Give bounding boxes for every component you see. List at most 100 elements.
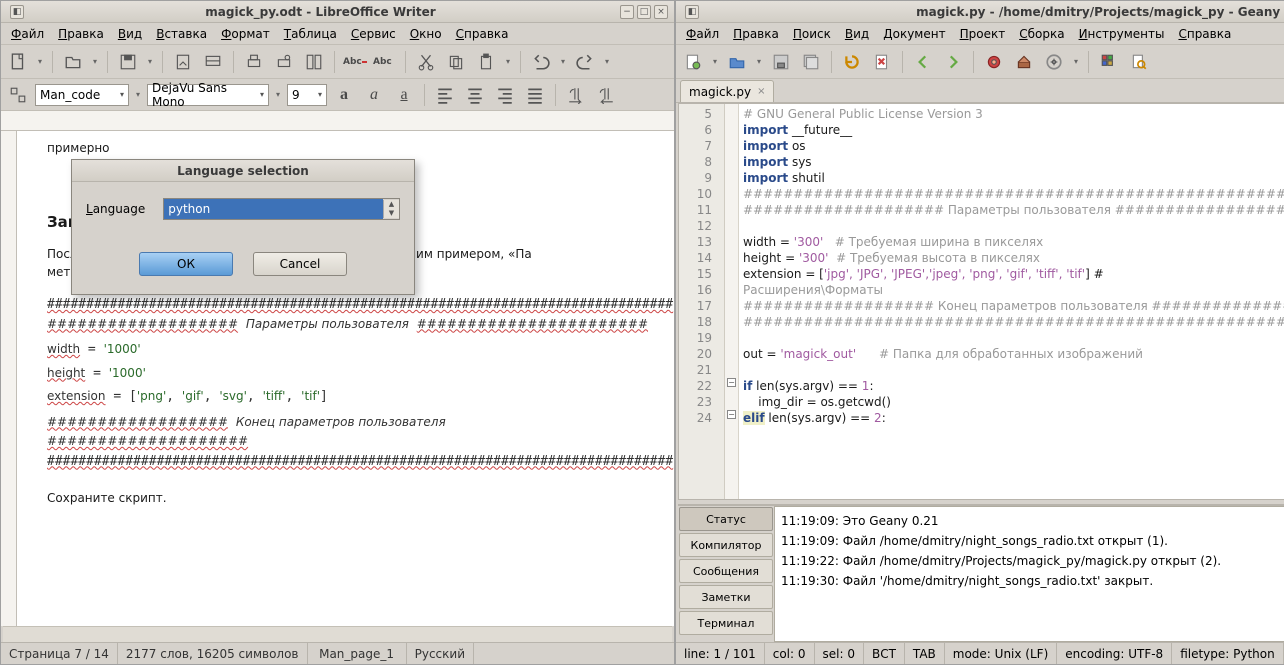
print-preview-icon[interactable] [200, 49, 226, 75]
rtl-icon[interactable] [593, 82, 619, 108]
open-icon[interactable] [60, 49, 86, 75]
spin-up-icon[interactable]: ▲ [384, 200, 399, 209]
styles-icon[interactable] [5, 82, 31, 108]
page-preview-icon[interactable] [301, 49, 327, 75]
paragraph-style-combo[interactable]: Man_code▾ [35, 84, 129, 106]
btab-terminal[interactable]: Терминал [679, 611, 773, 635]
btab-messages[interactable]: Сообщения [679, 559, 773, 583]
gmenu-help[interactable]: Справка [1172, 25, 1237, 43]
open-file-icon[interactable] [724, 49, 750, 75]
gmenu-build[interactable]: Сборка [1013, 25, 1070, 43]
align-justify-icon[interactable] [522, 82, 548, 108]
undo-dropdown[interactable]: ▾ [558, 57, 568, 66]
new-dropdown[interactable]: ▾ [35, 57, 45, 66]
close-file-icon[interactable] [869, 49, 895, 75]
gmenu-edit[interactable]: Правка [727, 25, 785, 43]
undo-icon[interactable] [528, 49, 554, 75]
bold-icon[interactable]: a [331, 82, 357, 108]
language-field[interactable]: ▲▼ [163, 198, 400, 220]
menu-edit[interactable]: Правка [52, 25, 110, 43]
gmenu-search[interactable]: Поиск [787, 25, 837, 43]
export-pdf-icon[interactable] [170, 49, 196, 75]
style-apply[interactable]: ▾ [133, 90, 143, 99]
font-size-combo[interactable]: 9▾ [287, 84, 327, 106]
align-right-icon[interactable] [492, 82, 518, 108]
run-dd[interactable]: ▾ [1071, 57, 1081, 66]
forward-icon[interactable] [940, 49, 966, 75]
save-dropdown[interactable]: ▾ [145, 57, 155, 66]
ok-button[interactable]: ОК [139, 252, 233, 276]
tab-close-icon[interactable]: × [757, 86, 765, 97]
gmenu-tools[interactable]: Инструменты [1073, 25, 1171, 43]
close-icon[interactable]: × [654, 5, 668, 19]
align-left-icon[interactable] [432, 82, 458, 108]
code-content[interactable]: # GNU General Public License Version 3 i… [739, 104, 1284, 499]
horizontal-ruler[interactable] [1, 111, 674, 131]
ltr-icon[interactable] [563, 82, 589, 108]
search-icon[interactable] [1126, 49, 1152, 75]
spellcheck-icon[interactable]: Abc [342, 49, 368, 75]
language-input[interactable] [164, 199, 383, 219]
menu-icon[interactable]: ◧ [10, 5, 24, 19]
fold-margin[interactable]: − − [725, 104, 739, 499]
open-dd[interactable]: ▾ [754, 57, 764, 66]
doc-hash4: ########################################… [47, 452, 654, 472]
compile-icon[interactable] [981, 49, 1007, 75]
build-icon[interactable] [1011, 49, 1037, 75]
new-dd[interactable]: ▾ [710, 57, 720, 66]
underline-icon[interactable]: a [391, 82, 417, 108]
btab-notes[interactable]: Заметки [679, 585, 773, 609]
tab-magick[interactable]: magick.py× [680, 80, 774, 102]
fold-icon[interactable]: − [727, 378, 736, 387]
save-file-icon[interactable] [768, 49, 794, 75]
cancel-button[interactable]: Cancel [253, 252, 347, 276]
color-icon[interactable] [1096, 49, 1122, 75]
save-all-icon[interactable] [798, 49, 824, 75]
font-dropdown[interactable]: ▾ [273, 90, 283, 99]
autospell-icon[interactable]: Abc [372, 49, 398, 75]
save-icon[interactable] [115, 49, 141, 75]
messages-panel[interactable]: 11:19:09: Это Geany 0.21 11:19:09: Файл … [774, 506, 1284, 642]
align-center-icon[interactable] [462, 82, 488, 108]
btab-status[interactable]: Статус [679, 507, 773, 531]
menu-view[interactable]: Вид [112, 25, 148, 43]
spin-down-icon[interactable]: ▼ [384, 209, 399, 218]
vertical-ruler[interactable] [1, 131, 17, 626]
revert-icon[interactable] [839, 49, 865, 75]
menu-help[interactable]: Справка [450, 25, 515, 43]
btab-compiler[interactable]: Компилятор [679, 533, 773, 557]
paste-dropdown[interactable]: ▾ [503, 57, 513, 66]
new-file-icon[interactable] [680, 49, 706, 75]
minimize-icon[interactable]: − [620, 5, 634, 19]
gmenu-document[interactable]: Документ [877, 25, 951, 43]
gmenu-file[interactable]: Файл [680, 25, 725, 43]
lo-hscrollbar[interactable] [3, 626, 672, 642]
status-lang[interactable]: Русский [407, 643, 474, 664]
print-icon[interactable] [241, 49, 267, 75]
menu-icon[interactable]: ◧ [685, 5, 699, 19]
print-direct-icon[interactable] [271, 49, 297, 75]
font-name-combo[interactable]: DejaVu Sans Mono▾ [147, 84, 269, 106]
run-icon[interactable] [1041, 49, 1067, 75]
gmenu-project[interactable]: Проект [954, 25, 1012, 43]
gmenu-view[interactable]: Вид [839, 25, 875, 43]
menu-insert[interactable]: Вставка [150, 25, 213, 43]
cut-icon[interactable] [413, 49, 439, 75]
menu-file[interactable]: Файл [5, 25, 50, 43]
menu-window[interactable]: Окно [404, 25, 448, 43]
italic-icon[interactable]: a [361, 82, 387, 108]
copy-icon[interactable] [443, 49, 469, 75]
redo-dropdown[interactable]: ▾ [602, 57, 612, 66]
lo-toolbar-format: Man_code▾ ▾ DejaVu Sans Mono▾ ▾ 9▾ a a a [1, 79, 674, 111]
menu-table[interactable]: Таблица [278, 25, 343, 43]
paste-icon[interactable] [473, 49, 499, 75]
menu-format[interactable]: Формат [215, 25, 276, 43]
open-dropdown[interactable]: ▾ [90, 57, 100, 66]
back-icon[interactable] [910, 49, 936, 75]
new-doc-icon[interactable] [5, 49, 31, 75]
menu-tools[interactable]: Сервис [345, 25, 402, 43]
fold-icon[interactable]: − [727, 410, 736, 419]
code-editor[interactable]: 56789101112131415161718192021222324 − − … [678, 103, 1284, 500]
redo-icon[interactable] [572, 49, 598, 75]
maximize-icon[interactable]: □ [637, 5, 651, 19]
